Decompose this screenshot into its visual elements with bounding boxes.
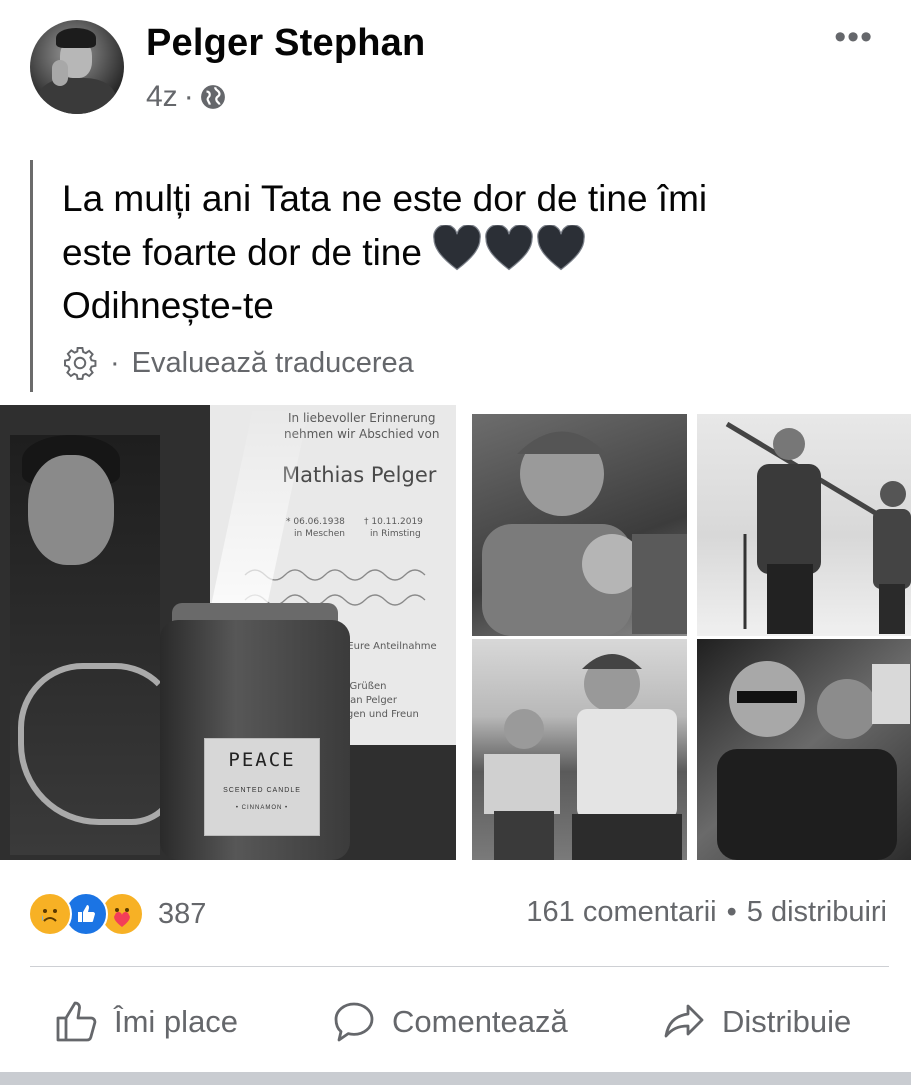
share-label: Distribuie: [722, 1004, 852, 1039]
card-birth: * 06.06.1938: [286, 517, 345, 527]
photo-figures: [725, 421, 911, 634]
jar-clasp: [18, 663, 180, 825]
candle-label: PEACE SCENTED CANDLE • CINNAMON •: [204, 738, 320, 836]
more-options-icon[interactable]: •••: [834, 20, 873, 54]
post-text-line: Odihnește-te: [62, 285, 274, 326]
post-text-line: este foarte dor de tine: [62, 232, 422, 273]
photo-embrace[interactable]: [697, 639, 911, 860]
comment-icon: [334, 1002, 374, 1042]
hearts-emoji: [432, 225, 586, 271]
photo-skiing[interactable]: [697, 414, 911, 636]
sad-reaction-icon: [28, 892, 72, 936]
share-count[interactable]: 5 distribuiri: [747, 896, 887, 929]
post-text: La mulți ani Tata ne este dor de tine îm…: [62, 172, 862, 332]
candle-label-sub: SCENTED CANDLE: [223, 787, 301, 794]
black-heart-icon: [433, 225, 482, 271]
photo-figures: [484, 654, 682, 860]
card-line: In liebevoller Erinnerung: [288, 411, 436, 425]
engagement-counts: 161 comentarii • 5 distribuiri: [526, 896, 887, 929]
photo-figures: [482, 431, 687, 636]
comment-button[interactable]: Comentează: [330, 998, 568, 1046]
share-arrow-icon: [664, 1004, 704, 1038]
author-avatar[interactable]: [30, 20, 124, 114]
post-text-line-with-emoji: este foarte dor de tine: [62, 225, 862, 279]
post-meta: 4z ·: [146, 80, 226, 114]
candle-label-title: PEACE: [228, 749, 296, 771]
divider: [30, 966, 889, 967]
thumbs-up-icon: [56, 1001, 97, 1042]
card-birth-place: in Meschen: [294, 529, 345, 539]
candle-label-scent: • CINNAMON •: [235, 805, 289, 811]
photo-figures: [717, 661, 910, 860]
counts-dot: •: [726, 896, 737, 928]
photo-candle-memorial[interactable]: In liebevoller Erinnerung nehmen wir Abs…: [0, 405, 456, 860]
photo-boy-grandfather[interactable]: [472, 639, 687, 860]
card-death: † 10.11.2019: [364, 517, 423, 527]
photo-collage[interactable]: In liebevoller Erinnerung nehmen wir Abs…: [0, 405, 911, 860]
comment-label: Comentează: [392, 1004, 568, 1039]
share-button[interactable]: Distribuie: [660, 998, 851, 1046]
post-time[interactable]: 4z: [146, 80, 178, 114]
translate-bullet: ·: [110, 346, 120, 379]
translate-label[interactable]: Evaluează traducerea: [132, 347, 414, 380]
quote-bar: [30, 160, 33, 392]
reaction-count[interactable]: 387: [158, 898, 206, 931]
card-line: nehmen wir Abschied von: [284, 427, 440, 441]
translation-rating[interactable]: · Evaluează traducerea: [62, 345, 414, 381]
meta-separator: ·: [183, 80, 194, 113]
post-text-line: La mulți ani Tata ne este dor de tine îm…: [62, 178, 708, 219]
photo-grandfather-child[interactable]: [472, 414, 687, 636]
card-line: rigen und Freun: [340, 709, 419, 720]
black-heart-icon: [485, 225, 534, 271]
portrait-face: [28, 455, 114, 565]
reaction-summary[interactable]: 387: [28, 892, 206, 936]
like-button[interactable]: Îmi place: [52, 998, 238, 1046]
globe-icon: [200, 85, 225, 109]
black-heart-icon: [537, 225, 586, 271]
card-death-place: in Rimsting: [370, 529, 421, 539]
card-line: r Eure Anteilnahme: [340, 641, 437, 652]
feed-separator: [0, 1072, 911, 1085]
card-name: Mathias Pelger: [282, 463, 437, 487]
comment-count[interactable]: 161 comentarii: [526, 896, 716, 929]
gear-icon: [64, 347, 97, 380]
like-label: Îmi place: [114, 1004, 239, 1039]
author-name[interactable]: Pelger Stephan: [146, 22, 425, 65]
